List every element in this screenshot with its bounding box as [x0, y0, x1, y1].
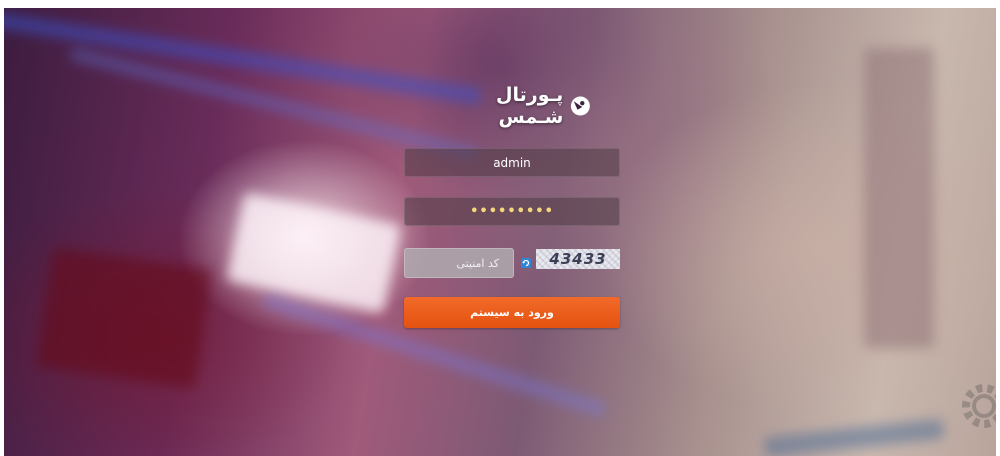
password-input[interactable] — [404, 197, 620, 226]
refresh-icon[interactable] — [520, 257, 532, 269]
username-input[interactable] — [404, 148, 620, 177]
captcha-code: 43433 — [549, 250, 607, 268]
login-background: پـورتال شـمس 43433 ورود به سیستم — [4, 8, 996, 456]
logo-mark-icon — [571, 96, 591, 116]
captcha-input[interactable] — [404, 248, 514, 278]
portal-title: پـورتال شـمس — [496, 84, 564, 128]
captcha-image: 43433 — [536, 249, 620, 269]
portal-logo: پـورتال شـمس — [432, 84, 592, 128]
login-button[interactable]: ورود به سیستم — [404, 297, 620, 328]
captcha-row: 43433 — [404, 248, 620, 278]
